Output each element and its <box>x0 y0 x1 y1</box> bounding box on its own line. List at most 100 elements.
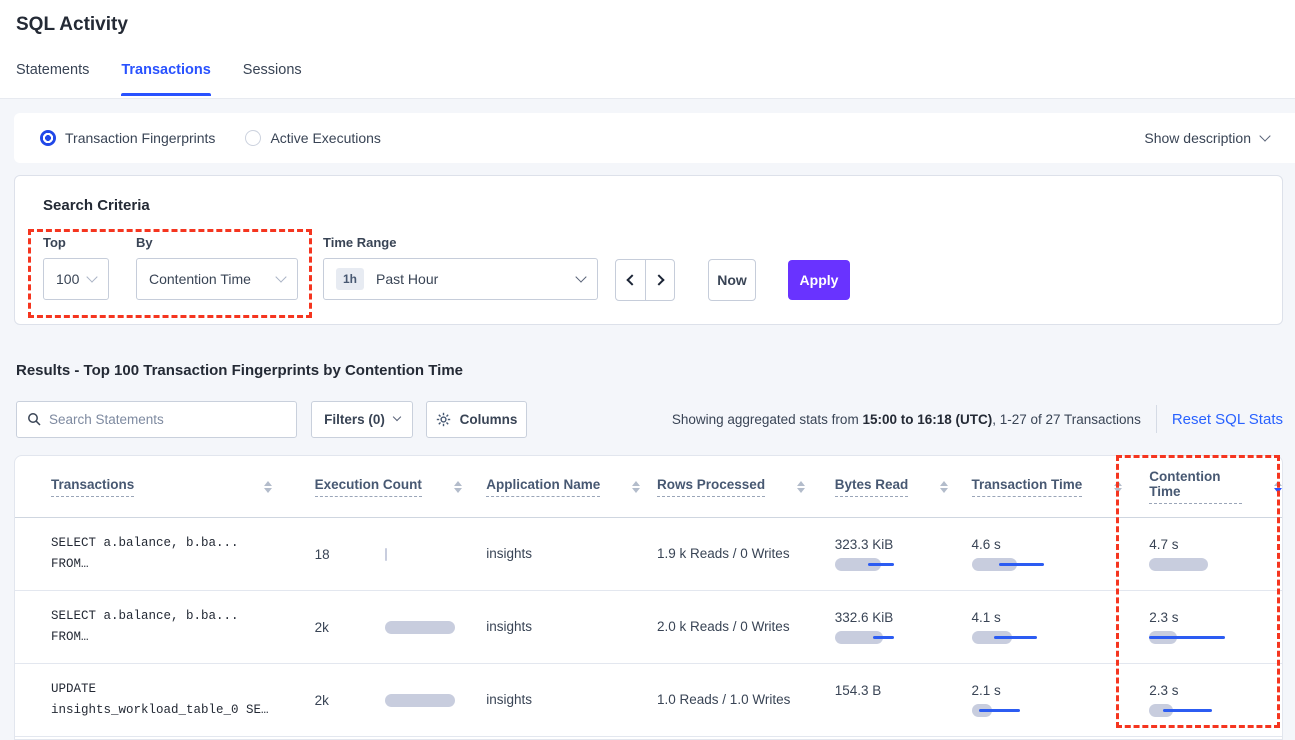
tab-bar: Statements Transactions Sessions <box>16 62 302 96</box>
time-range-label: Time Range <box>323 235 598 250</box>
table-row[interactable]: SELECT a.balance, b.ba...FROM… 2k insigh… <box>15 591 1282 664</box>
column-header-rows-processed[interactable]: Rows Processed <box>642 477 820 497</box>
sort-icon[interactable] <box>632 481 640 493</box>
by-select-value: Contention Time <box>149 271 251 287</box>
tab-statements[interactable]: Statements <box>16 62 89 96</box>
page-title: SQL Activity <box>16 14 128 36</box>
execution-count-bar <box>385 548 387 561</box>
contention-time-cell: 4.7 s <box>1134 537 1282 571</box>
reset-sql-stats-link[interactable]: Reset SQL Stats <box>1172 411 1283 428</box>
transaction-fingerprint-cell[interactable]: UPDATEinsights_workload_table_0 SE… <box>15 679 300 721</box>
contention-time-bar <box>1149 558 1249 571</box>
column-header-bytes-read[interactable]: Bytes Read <box>820 477 957 497</box>
contention-time-bar <box>1149 704 1249 717</box>
contention-time-cell: 2.3 s <box>1134 683 1282 717</box>
sort-icon[interactable] <box>454 481 462 493</box>
aggregated-stats-text: Showing aggregated stats from 15:00 to 1… <box>672 412 1141 427</box>
bytes-read-cell: 332.6 KiB <box>820 610 957 644</box>
columns-button[interactable]: Columns <box>426 401 527 438</box>
transaction-time-bar <box>972 704 1072 717</box>
radio-active-executions[interactable]: Active Executions <box>245 130 381 146</box>
chevron-down-icon <box>393 413 401 421</box>
sort-icon[interactable] <box>940 481 948 493</box>
application-name-cell: insights <box>471 618 642 636</box>
by-field-label: By <box>136 235 298 250</box>
by-field: By Contention Time <box>136 235 298 300</box>
column-header-application-name[interactable]: Application Name <box>471 477 642 497</box>
search-statements-box <box>16 401 297 438</box>
toolbar-right: Showing aggregated stats from 15:00 to 1… <box>672 405 1283 433</box>
transaction-time-bar <box>972 631 1072 644</box>
page-header: SQL Activity Statements Transactions Ses… <box>0 0 1295 99</box>
transaction-fingerprint-cell[interactable]: SELECT a.balance, b.ba...FROM… <box>15 606 300 648</box>
column-header-contention-time[interactable]: Contention Time <box>1134 469 1282 504</box>
radio-label: Active Executions <box>270 130 381 146</box>
filters-button[interactable]: Filters (0) <box>311 401 413 438</box>
transaction-fingerprint-cell[interactable]: SELECT a.balance, b.ba...FROM… <box>15 533 300 575</box>
transaction-time-cell: 4.1 s <box>957 610 1135 644</box>
chevron-down-icon <box>275 271 286 282</box>
results-toolbar: Filters (0) Columns Showing aggregated s… <box>16 400 1283 438</box>
application-name-cell: insights <box>471 691 642 709</box>
table-row[interactable]: UPDATEinsights_workload_table_0 SE… 2k i… <box>15 664 1282 737</box>
chevron-down-icon <box>86 271 97 282</box>
column-header-execution-count[interactable]: Execution Count <box>300 477 472 497</box>
search-criteria-row: Top 100 By Contention Time Time Range 1h… <box>43 235 1282 301</box>
tab-sessions[interactable]: Sessions <box>243 62 302 96</box>
now-button[interactable]: Now <box>708 259 756 301</box>
tab-transactions[interactable]: Transactions <box>121 62 210 96</box>
search-statements-input[interactable] <box>49 412 286 427</box>
search-icon <box>27 412 41 426</box>
table-row[interactable]: SELECT a.balance, b.ba...FROM… 18 insigh… <box>15 518 1282 591</box>
bytes-read-bar <box>835 704 935 717</box>
contention-time-cell: 2.3 s <box>1134 610 1282 644</box>
rows-processed-cell: 1.9 k Reads / 0 Writes <box>642 545 820 563</box>
execution-count-cell: 2k <box>300 591 472 663</box>
bytes-read-cell: 154.3 B <box>820 683 957 717</box>
transaction-time-cell: 4.6 s <box>957 537 1135 571</box>
top-field-label: Top <box>43 235 109 250</box>
execution-count-cell: 2k <box>300 664 472 736</box>
search-criteria-title: Search Criteria <box>43 197 1282 214</box>
transaction-time-bar <box>972 558 1072 571</box>
chevron-down-icon <box>1259 130 1270 141</box>
sort-icon[interactable] <box>264 481 272 493</box>
time-nav-group <box>615 259 675 301</box>
radio-transaction-fingerprints[interactable]: Transaction Fingerprints <box>40 130 215 146</box>
view-toggle-bar: Transaction Fingerprints Active Executio… <box>14 113 1295 163</box>
column-header-transaction-time[interactable]: Transaction Time <box>957 477 1135 497</box>
contention-time-bar <box>1149 631 1249 644</box>
bytes-read-bar <box>835 631 935 644</box>
sort-icon[interactable] <box>797 481 805 493</box>
radio-label: Transaction Fingerprints <box>65 130 215 146</box>
apply-button[interactable]: Apply <box>788 260 850 300</box>
execution-count-bar <box>385 694 455 707</box>
column-header-transactions[interactable]: Transactions <box>15 477 300 497</box>
transactions-table: Transactions Execution Count Application… <box>14 455 1283 740</box>
gear-icon <box>436 412 451 427</box>
columns-button-label: Columns <box>460 412 518 427</box>
previous-time-button[interactable] <box>616 260 645 300</box>
sort-icon[interactable] <box>1114 481 1122 493</box>
execution-count-bar <box>385 621 455 634</box>
next-time-button[interactable] <box>645 260 674 300</box>
by-select[interactable]: Contention Time <box>136 258 298 300</box>
arrow-right-icon <box>653 274 664 285</box>
sort-icon-active-desc[interactable] <box>1274 481 1282 493</box>
results-heading: Results - Top 100 Transaction Fingerprin… <box>16 362 463 379</box>
time-range-field: Time Range 1h Past Hour <box>323 235 598 300</box>
show-description-toggle[interactable]: Show description <box>1144 130 1269 146</box>
show-description-label: Show description <box>1144 130 1251 146</box>
arrow-left-icon <box>626 274 637 285</box>
vertical-divider <box>1156 405 1157 433</box>
top-select[interactable]: 100 <box>43 258 109 300</box>
rows-processed-cell: 2.0 k Reads / 0 Writes <box>642 618 820 636</box>
application-name-cell: insights <box>471 545 642 563</box>
search-criteria-card: Search Criteria Top 100 By Contention Ti… <box>14 175 1283 325</box>
sql-activity-page: SQL Activity Statements Transactions Ses… <box>0 0 1295 740</box>
radio-unselected-icon <box>245 130 261 146</box>
time-range-value: Past Hour <box>376 271 438 287</box>
table-header-row: Transactions Execution Count Application… <box>15 456 1282 518</box>
top-field: Top 100 <box>43 235 109 300</box>
time-range-select[interactable]: 1h Past Hour <box>323 258 598 300</box>
